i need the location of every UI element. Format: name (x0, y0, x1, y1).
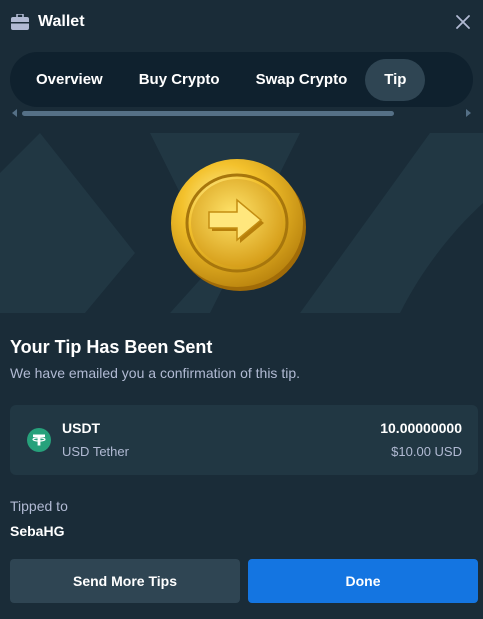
coin-arrow-icon (171, 159, 306, 291)
wallet-title: Wallet (38, 13, 85, 30)
currency-name: USD Tether (62, 444, 129, 459)
done-button[interactable]: Done (248, 559, 478, 603)
send-more-tips-button[interactable]: Send More Tips (10, 559, 240, 603)
tether-icon (27, 428, 51, 452)
scroll-left-icon[interactable] (10, 108, 20, 118)
recipient-label: Tipped to (10, 498, 68, 514)
scroll-thumb[interactable] (22, 111, 394, 116)
wallet-header: Wallet (0, 0, 483, 44)
confirmation-title: Your Tip Has Been Sent (10, 337, 213, 357)
tip-amount-usd: $10.00 USD (391, 444, 462, 459)
recipient-username: SebaHG (10, 523, 65, 539)
confirmation-subtitle: We have emailed you a confirmation of th… (10, 365, 301, 381)
tabs-scrollbar[interactable] (10, 108, 473, 118)
tab-tip[interactable]: Tip (365, 58, 426, 101)
close-button[interactable] (451, 10, 475, 34)
wallet-tabs: Overview Buy Crypto Swap Crypto Tip (10, 52, 473, 107)
tip-hero-banner (0, 133, 483, 313)
currency-card: USDT USD Tether 10.00000000 $10.00 USD (10, 405, 478, 475)
tip-amount: 10.00000000 (380, 420, 462, 436)
wallet-icon (11, 14, 29, 30)
scroll-track[interactable] (20, 110, 463, 116)
tab-buy-crypto[interactable]: Buy Crypto (121, 59, 238, 101)
tab-swap-crypto[interactable]: Swap Crypto (238, 59, 366, 101)
scroll-right-icon[interactable] (463, 108, 473, 118)
close-icon (456, 15, 470, 29)
currency-code: USDT (62, 420, 101, 436)
tab-overview[interactable]: Overview (18, 59, 121, 101)
